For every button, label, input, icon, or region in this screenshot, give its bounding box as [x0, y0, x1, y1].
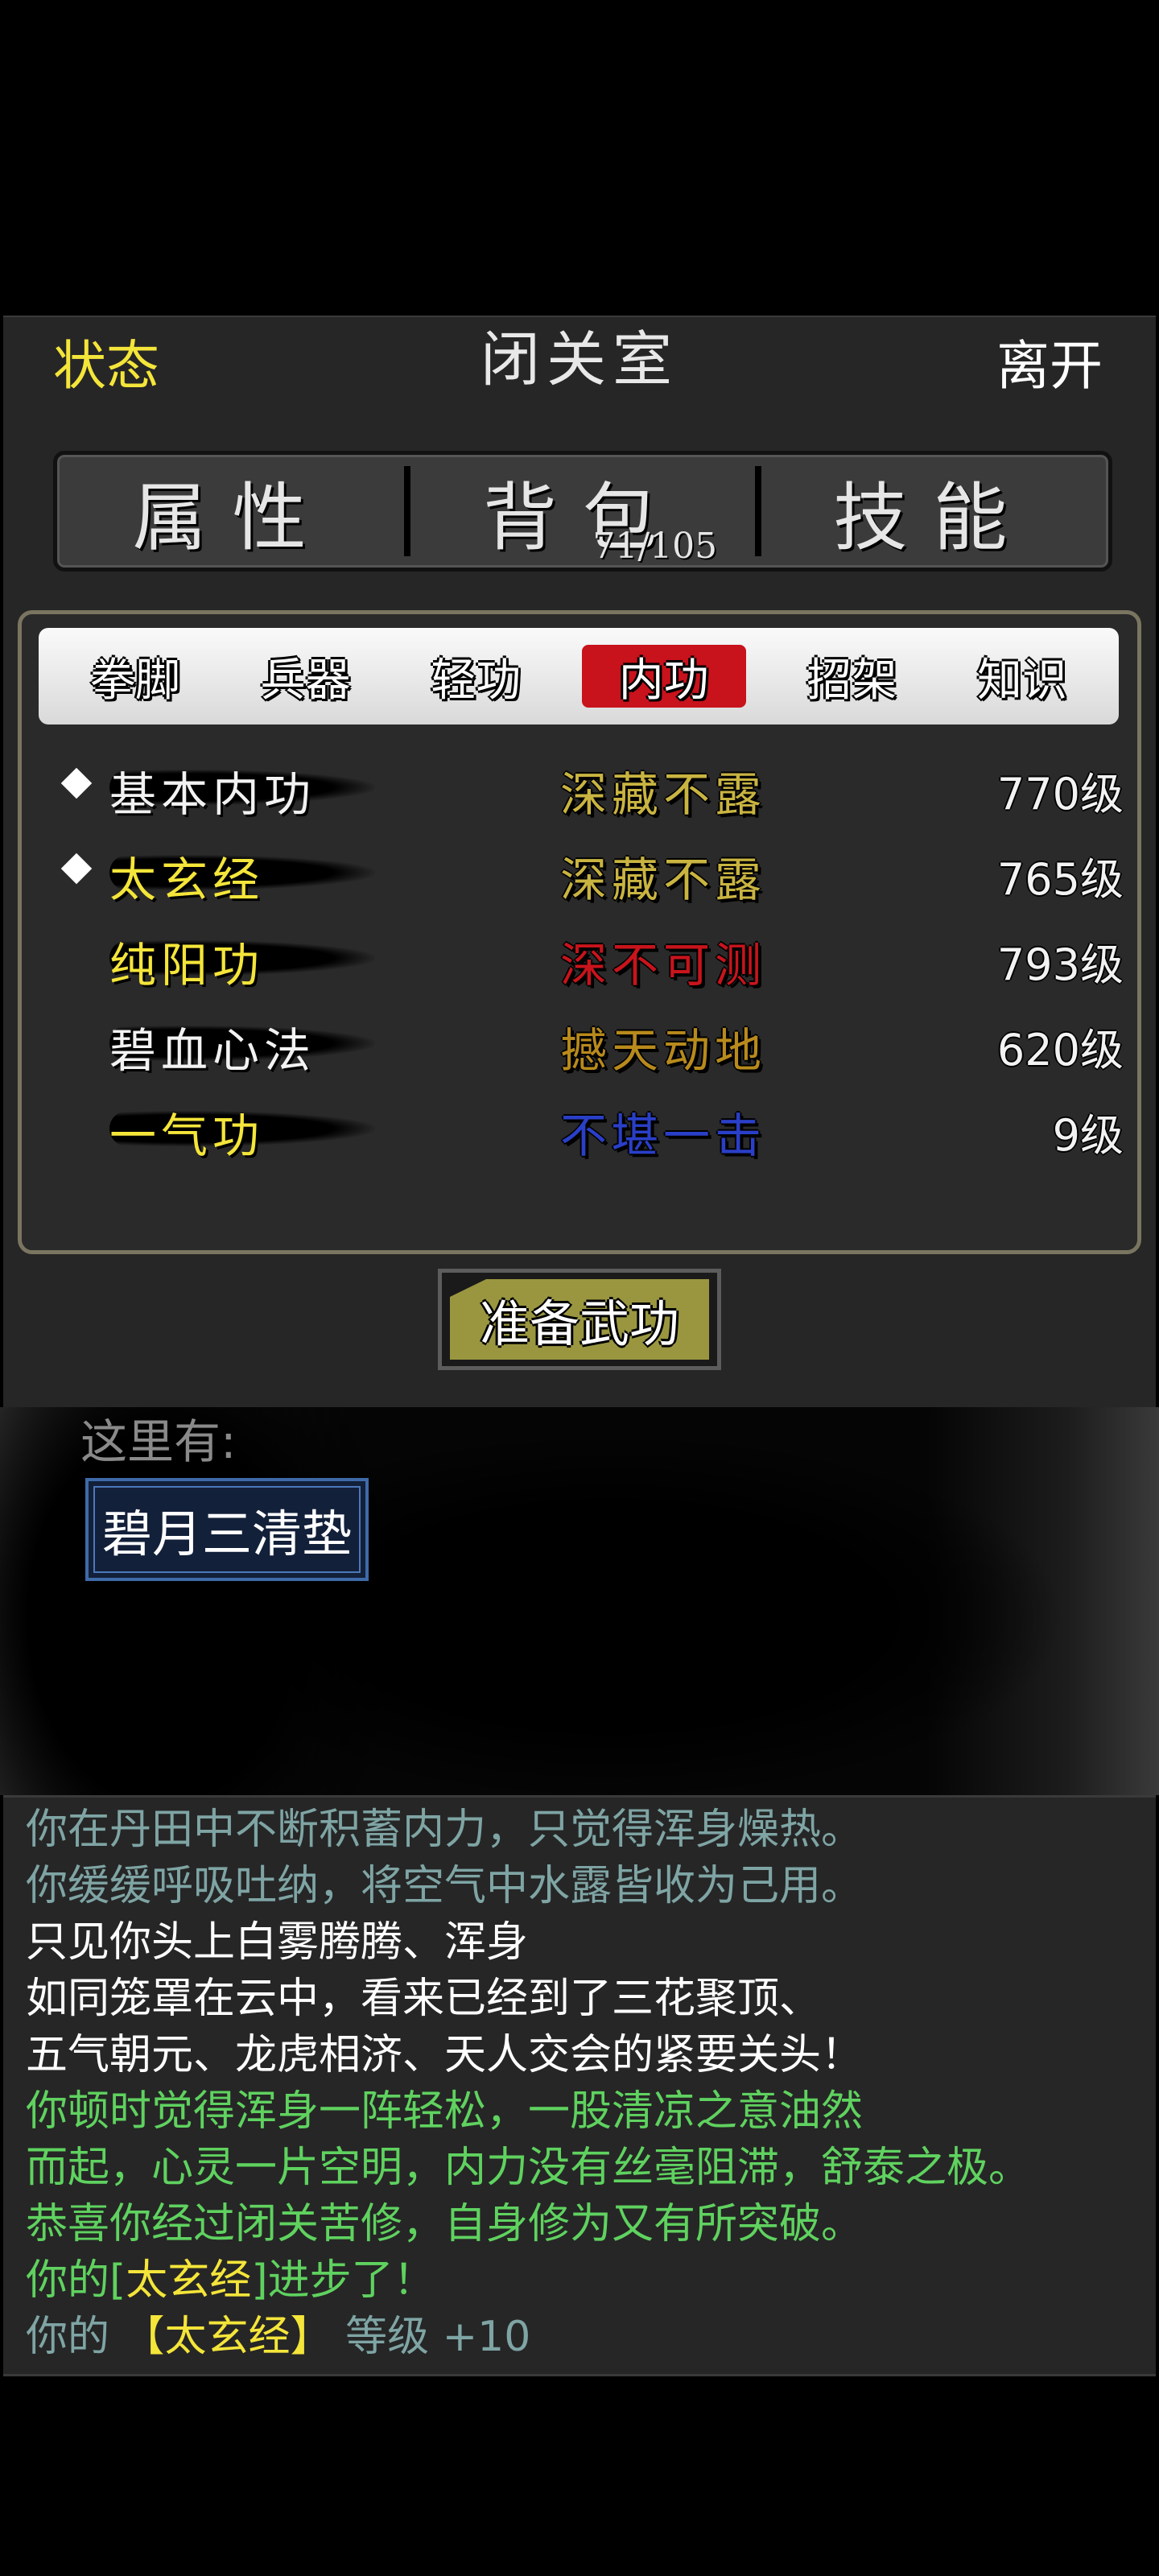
subtab-lightness[interactable]: 轻功 [411, 645, 540, 708]
skill-rank: 不堪一击 [560, 1108, 767, 1163]
skill-name: 纯阳功 [109, 938, 265, 993]
equipped-diamond-icon [60, 767, 93, 799]
scene-item-button[interactable]: 碧月三清垫 [85, 1478, 369, 1581]
page-title: 闭关室 [481, 325, 678, 394]
log-line: 你的 【太玄经】 等级 +10 [26, 2316, 530, 2358]
message-log: 你在丹田中不断积蓄内力，只觉得浑身燥热。 你缓缓呼吸吐纳，将空气中水露皆收为己用… [3, 1795, 1156, 2376]
prepare-skill-label: 准备武功 [450, 1279, 709, 1360]
subtab-fist[interactable]: 拳脚 [71, 645, 200, 708]
log-segment: ]进步了！ [251, 2256, 435, 2305]
skill-rank: 深不可测 [560, 938, 767, 993]
log-line: 如同笼罩在云中，看来已经到了三花聚顶、 [26, 1975, 822, 2023]
prepare-skill-button[interactable]: 准备武功 [438, 1269, 721, 1370]
log-line: 你在丹田中不断积蓄内力，只觉得浑身燥热。 [26, 1806, 864, 1854]
skill-rank: 撼天动地 [560, 1023, 767, 1078]
skill-rank: 深藏不露 [560, 767, 767, 822]
log-segment: 等级 +10 [332, 2313, 531, 2361]
skill-name: 一气功 [109, 1108, 265, 1163]
skill-rank: 深藏不露 [560, 852, 767, 907]
leave-button[interactable]: 离开 [996, 340, 1103, 393]
tab-skills-label: 技能 [833, 474, 1033, 561]
skill-name: 碧血心法 [109, 1023, 316, 1078]
log-segment-skill: 【太玄经】 [122, 2313, 332, 2361]
skill-row[interactable]: 纯阳功 深不可测 793级 [48, 919, 1124, 993]
skill-row[interactable]: 太玄经 深藏不露 765级 [48, 834, 1124, 907]
subtab-parry[interactable]: 招架 [787, 645, 916, 708]
log-segment: 你的 [26, 2313, 123, 2361]
log-segment: 你的[ [26, 2256, 126, 2305]
tab-skills[interactable]: 技能 [754, 455, 1108, 568]
subtab-knowledge[interactable]: 知识 [958, 645, 1087, 708]
bag-capacity-count: 71/105 [592, 526, 718, 567]
main-tab-bar: 属性 背包 71/105 技能 [53, 451, 1112, 572]
skill-row[interactable]: 一气功 不堪一击 9级 [48, 1090, 1124, 1163]
tab-attributes-label: 属性 [132, 474, 332, 561]
scene-item-label: 碧月三清垫 [101, 1505, 352, 1563]
tab-attributes[interactable]: 属性 [57, 455, 407, 568]
equipped-diamond-icon [60, 852, 93, 885]
log-line: 五气朝元、龙虎相济、天人交会的紧要关头！ [26, 2031, 864, 2079]
skill-level: 765级 [996, 854, 1124, 905]
subtab-weapon[interactable]: 兵器 [241, 645, 370, 708]
log-line: 你缓缓呼吸吐纳，将空气中水露皆收为己用。 [26, 1862, 864, 1910]
skill-row[interactable]: 基本内功 深藏不露 770级 [48, 749, 1124, 822]
log-line: 只见你头上白雾腾腾、浑身 [26, 1918, 529, 1967]
skill-level: 793级 [996, 939, 1124, 990]
log-line: 而起，心灵一片空明，内力没有丝毫阻滞，舒泰之极。 [26, 2144, 1031, 2192]
log-segment-skill: 太玄经 [126, 2256, 252, 2305]
subtab-internal[interactable]: 内功 [581, 645, 746, 708]
tab-bag[interactable]: 背包 71/105 [404, 455, 757, 568]
log-line: 你的[太玄经]进步了！ [26, 2260, 435, 2301]
skill-level: 620级 [996, 1025, 1124, 1075]
skill-name: 太玄经 [109, 852, 265, 907]
skill-category-tabs: 拳脚 兵器 轻功 内功 招架 知识 [39, 628, 1119, 724]
skill-level: 770级 [996, 769, 1124, 819]
log-line: 你顿时觉得浑身一阵轻松，一股清凉之意油然 [26, 2087, 864, 2136]
here-label: 这里有: [80, 1414, 237, 1469]
log-line: 恭喜你经过闭关苦修，自身修为又有所突破。 [26, 2200, 864, 2248]
skill-row[interactable]: 碧血心法 撼天动地 620级 [48, 1005, 1124, 1078]
skill-level: 9级 [1052, 1110, 1124, 1161]
skill-name: 基本内功 [109, 767, 316, 822]
